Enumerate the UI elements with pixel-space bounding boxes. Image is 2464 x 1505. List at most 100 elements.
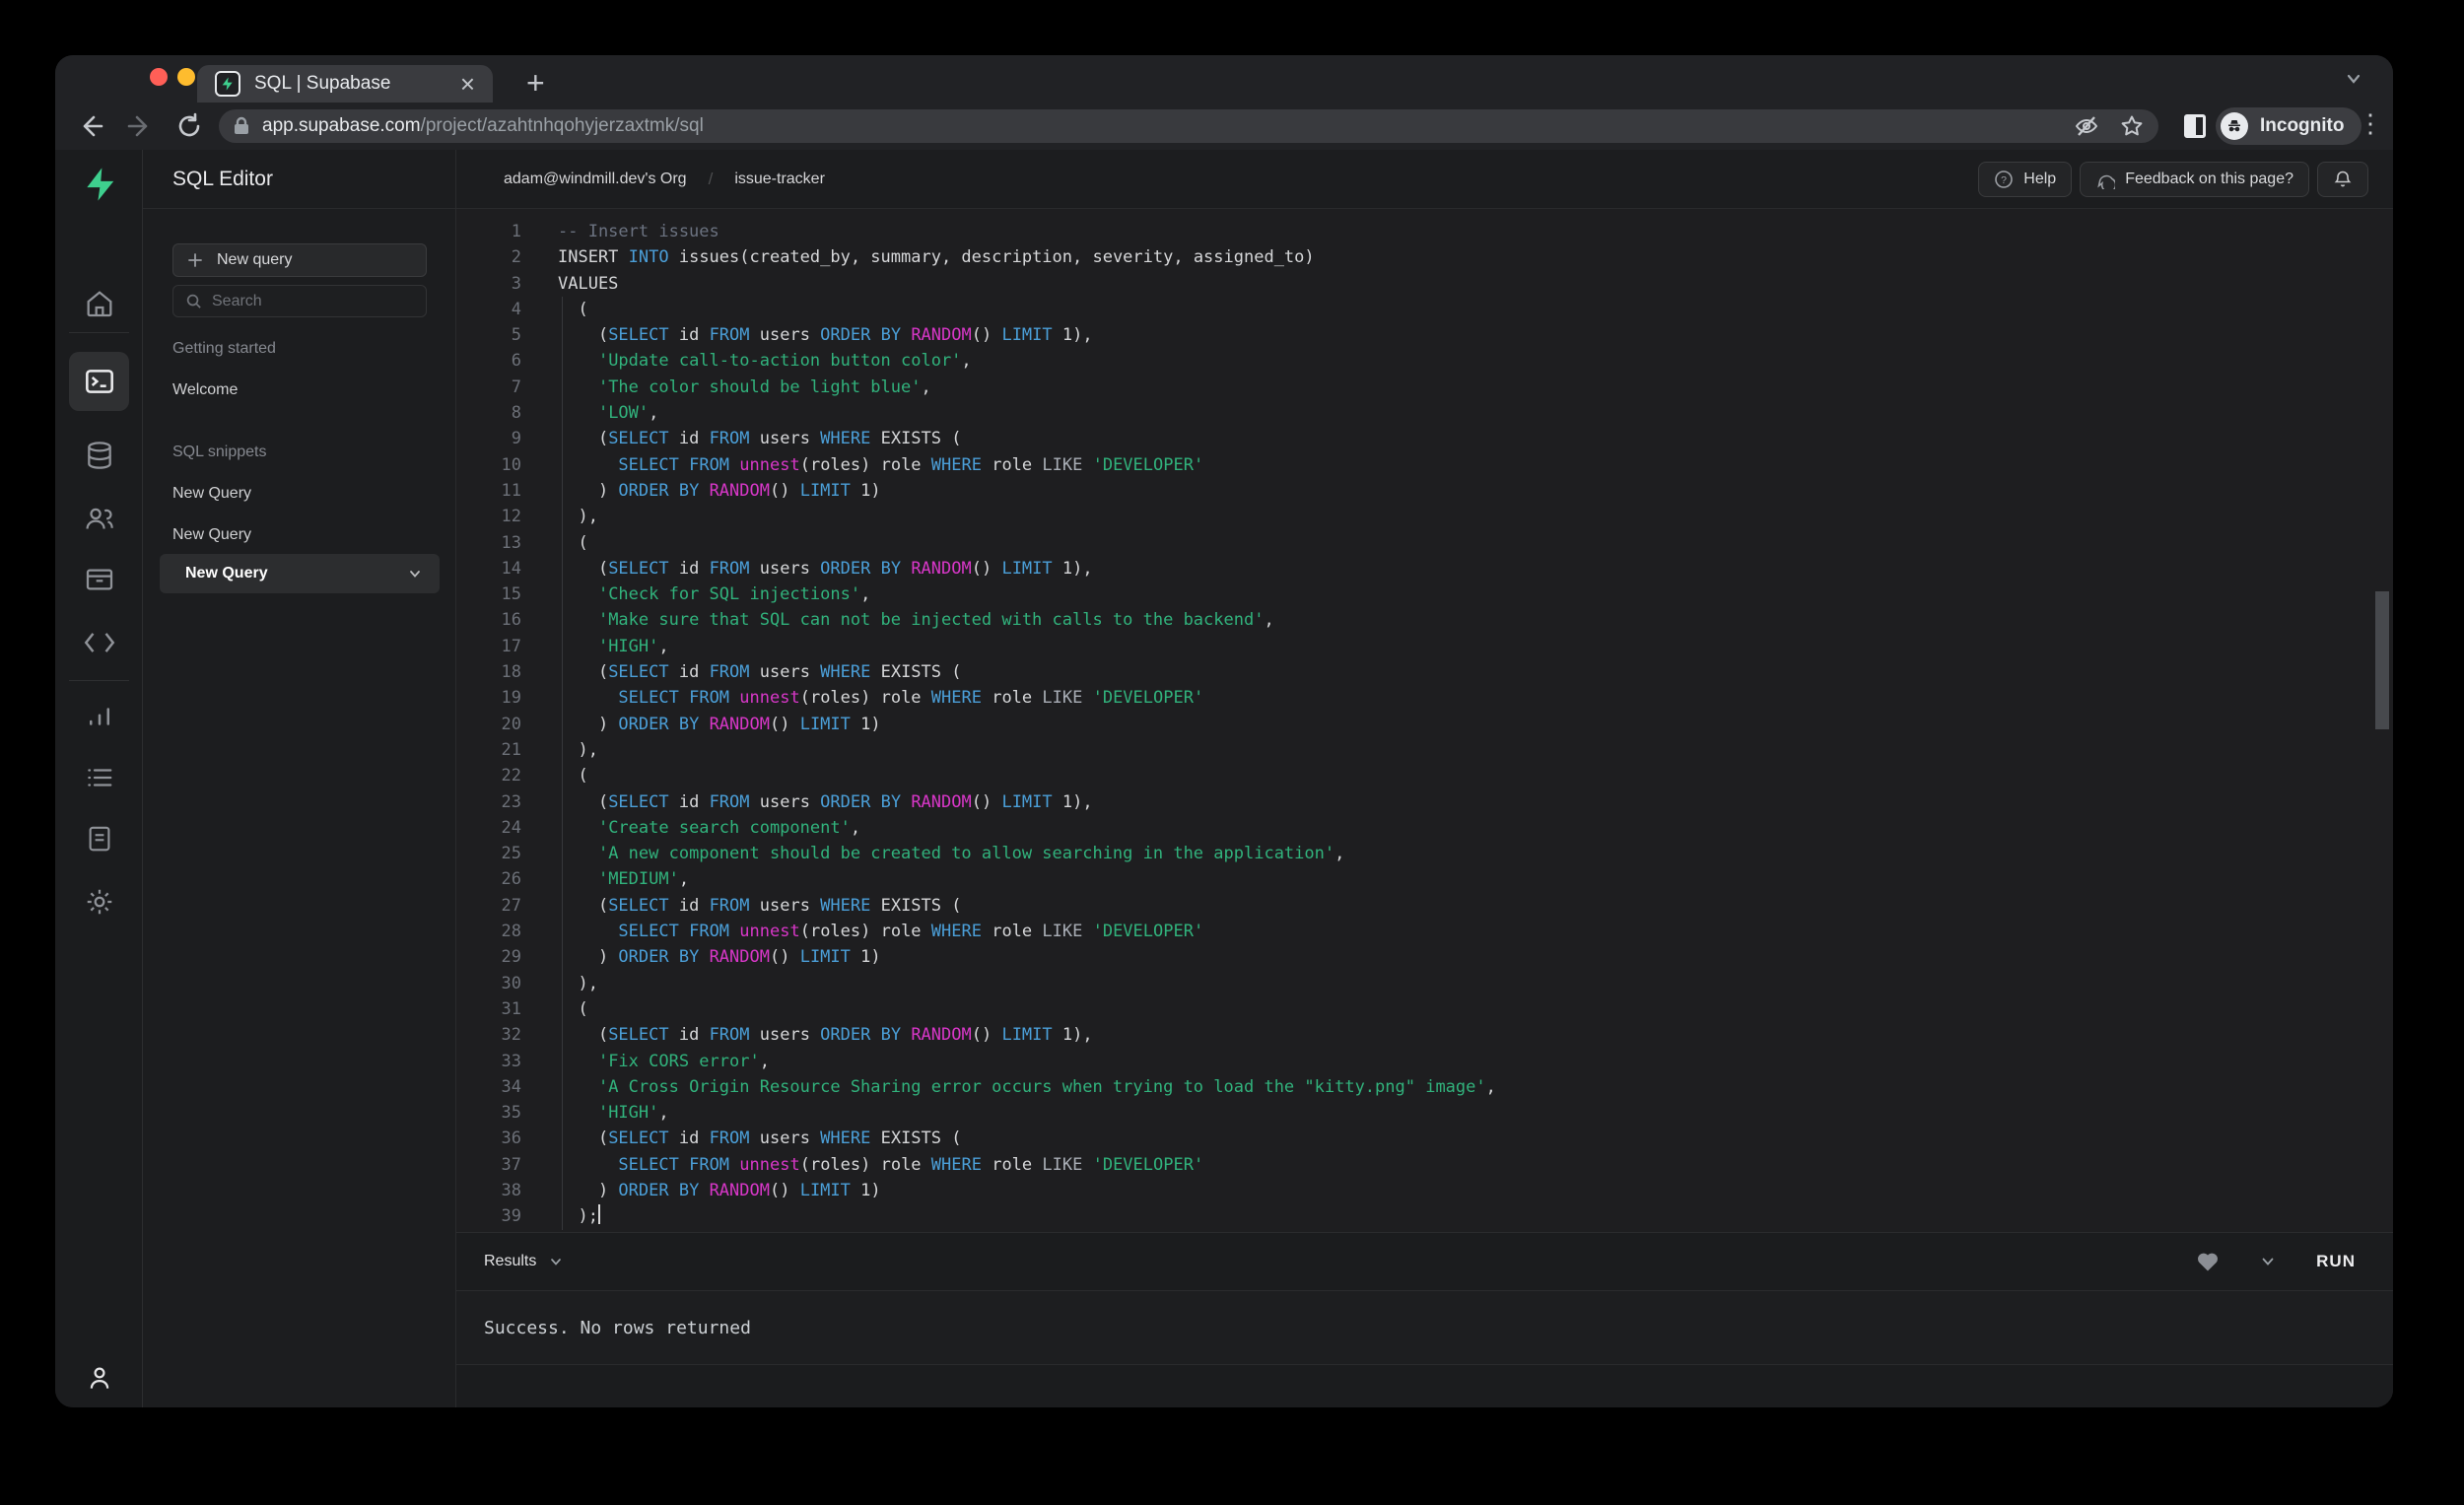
code-line[interactable]: 29 ) ORDER BY RANDOM() LIMIT 1) xyxy=(456,944,2393,970)
rail-edge-functions-icon[interactable] xyxy=(55,621,143,664)
rail-auth-users-icon[interactable] xyxy=(55,497,143,540)
code-line[interactable]: 5 (SELECT id FROM users ORDER BY RANDOM(… xyxy=(456,322,2393,348)
sidebar-item-snippet[interactable]: New Query xyxy=(172,485,251,503)
url-text: app.supabase.com/project/azahtnhqohyjerz… xyxy=(262,115,2054,137)
rail-home-icon[interactable] xyxy=(55,282,143,325)
code-line[interactable]: 23 (SELECT id FROM users ORDER BY RANDOM… xyxy=(456,789,2393,815)
code-line[interactable]: 16 'Make sure that SQL can not be inject… xyxy=(456,607,2393,633)
code-line[interactable]: 14 (SELECT id FROM users ORDER BY RANDOM… xyxy=(456,556,2393,581)
side-panel-icon[interactable] xyxy=(2184,114,2206,138)
sidebar-header: SQL Editor xyxy=(143,150,455,209)
code-line[interactable]: 32 (SELECT id FROM users ORDER BY RANDOM… xyxy=(456,1022,2393,1048)
code-line[interactable]: 3 VALUES xyxy=(456,271,2393,297)
sidebar-item-snippet-selected[interactable]: New Query xyxy=(160,554,440,593)
favorite-heart-icon[interactable] xyxy=(2196,1251,2220,1272)
breadcrumb-separator: / xyxy=(708,169,714,188)
code-line[interactable]: 7 'The color should be light blue', xyxy=(456,375,2393,400)
run-options-chevron-icon[interactable] xyxy=(2259,1253,2277,1270)
code-line[interactable]: 18 (SELECT id FROM users WHERE EXISTS ( xyxy=(456,659,2393,685)
code-line[interactable]: 39 ); xyxy=(456,1203,2393,1229)
code-line[interactable]: 1 -- Insert issues xyxy=(456,219,2393,244)
help-button[interactable]: ? Help xyxy=(1978,161,2073,197)
tab-close-icon[interactable]: × xyxy=(460,71,475,97)
speech-bubble-icon xyxy=(2095,170,2116,189)
bookmark-star-icon[interactable] xyxy=(2119,113,2145,139)
code-line[interactable]: 10 SELECT FROM unnest(roles) role WHERE … xyxy=(456,452,2393,478)
code-line[interactable]: 28 SELECT FROM unnest(roles) role WHERE … xyxy=(456,919,2393,944)
results-panel: Success. No rows returned xyxy=(456,1291,2393,1364)
code-line[interactable]: 8 'LOW', xyxy=(456,400,2393,426)
browser-tab[interactable]: SQL | Supabase × xyxy=(197,65,493,103)
code-line[interactable]: 25 'A new component should be created to… xyxy=(456,841,2393,866)
sidebar-item-welcome[interactable]: Welcome xyxy=(172,381,238,399)
incognito-label: Incognito xyxy=(2260,115,2345,136)
rail-storage-icon[interactable] xyxy=(55,558,143,601)
search-icon xyxy=(185,293,202,309)
rail-logs-icon[interactable] xyxy=(55,756,143,799)
results-dropdown[interactable]: Results xyxy=(484,1253,564,1270)
main-content: adam@windmill.dev's Org / issue-tracker … xyxy=(456,150,2393,1407)
code-line[interactable]: 35 'HIGH', xyxy=(456,1100,2393,1126)
rail-settings-gear-icon[interactable] xyxy=(55,880,143,924)
rail-api-docs-icon[interactable] xyxy=(55,817,143,860)
code-line[interactable]: 12 ), xyxy=(456,504,2393,529)
sql-code-editor[interactable]: 1 -- Insert issues 2 INSERT INTO issues(cre… xyxy=(456,209,2393,1232)
code-line[interactable]: 34 'A Cross Origin Resource Sharing erro… xyxy=(456,1074,2393,1100)
address-bar[interactable]: app.supabase.com/project/azahtnhqohyjerz… xyxy=(219,109,2158,143)
lock-icon xyxy=(233,116,250,136)
code-line[interactable]: 13 ( xyxy=(456,530,2393,556)
code-line[interactable]: 31 ( xyxy=(456,996,2393,1022)
breadcrumb-org[interactable]: adam@windmill.dev's Org xyxy=(504,171,687,188)
code-line[interactable]: 17 'HIGH', xyxy=(456,634,2393,659)
search-input[interactable] xyxy=(212,292,389,310)
rail-account-icon[interactable] xyxy=(55,1356,143,1400)
supabase-logo-icon[interactable] xyxy=(55,163,143,206)
code-line[interactable]: 6 'Update call-to-action button color', xyxy=(456,348,2393,374)
editor-scrollbar-thumb[interactable] xyxy=(2375,591,2389,729)
results-bar: Results RUN xyxy=(456,1232,2393,1291)
rail-divider xyxy=(69,332,129,333)
chevron-down-icon[interactable] xyxy=(406,565,424,582)
code-line[interactable]: 37 SELECT FROM unnest(roles) role WHERE … xyxy=(456,1152,2393,1178)
code-line[interactable]: 30 ), xyxy=(456,971,2393,996)
sidebar-item-snippet[interactable]: New Query xyxy=(172,526,251,544)
macos-close-button[interactable] xyxy=(150,68,168,86)
feedback-button[interactable]: Feedback on this page? xyxy=(2080,161,2309,197)
reload-icon[interactable] xyxy=(175,112,203,140)
rail-database-icon[interactable] xyxy=(55,434,143,477)
project-topbar: adam@windmill.dev's Org / issue-tracker … xyxy=(456,150,2393,209)
new-query-button[interactable]: New query xyxy=(172,243,427,277)
code-line[interactable]: 22 ( xyxy=(456,763,2393,788)
snippet-search[interactable] xyxy=(172,285,427,317)
forward-icon[interactable] xyxy=(126,112,154,140)
code-line[interactable]: 4 ( xyxy=(456,297,2393,322)
code-line[interactable]: 33 'Fix CORS error', xyxy=(456,1049,2393,1074)
browser-toolbar: app.supabase.com/project/azahtnhqohyjerz… xyxy=(55,103,2393,150)
text-cursor xyxy=(597,1204,600,1225)
tab-search-chevron-icon[interactable] xyxy=(2344,69,2363,89)
code-line[interactable]: 2 INSERT INTO issues(created_by, summary,… xyxy=(456,244,2393,270)
code-line[interactable]: 9 (SELECT id FROM users WHERE EXISTS ( xyxy=(456,426,2393,451)
sql-snippets-section-label: SQL snippets xyxy=(172,444,267,460)
new-tab-icon[interactable]: + xyxy=(526,67,545,99)
code-line[interactable]: 20 ) ORDER BY RANDOM() LIMIT 1) xyxy=(456,712,2393,737)
rail-sql-editor-icon-active[interactable] xyxy=(69,352,129,411)
code-line[interactable]: 19 SELECT FROM unnest(roles) role WHERE … xyxy=(456,685,2393,711)
code-line[interactable]: 26 'MEDIUM', xyxy=(456,866,2393,892)
privacy-eye-off-icon[interactable] xyxy=(2074,113,2099,139)
query-status-message: Success. No rows returned xyxy=(484,1317,751,1338)
code-line[interactable]: 36 (SELECT id FROM users WHERE EXISTS ( xyxy=(456,1126,2393,1151)
code-line[interactable]: 11 ) ORDER BY RANDOM() LIMIT 1) xyxy=(456,478,2393,504)
back-icon[interactable] xyxy=(77,112,104,140)
browser-menu-icon[interactable]: ⋮ xyxy=(2358,108,2383,139)
code-line[interactable]: 24 'Create search component', xyxy=(456,815,2393,841)
rail-reports-icon[interactable] xyxy=(55,695,143,738)
code-line[interactable]: 38 ) ORDER BY RANDOM() LIMIT 1) xyxy=(456,1178,2393,1203)
breadcrumb-project[interactable]: issue-tracker xyxy=(734,171,825,188)
code-line[interactable]: 21 ), xyxy=(456,737,2393,763)
macos-minimize-button[interactable] xyxy=(177,68,195,86)
notifications-button[interactable] xyxy=(2317,161,2368,197)
code-line[interactable]: 27 (SELECT id FROM users WHERE EXISTS ( xyxy=(456,893,2393,919)
run-button[interactable]: RUN xyxy=(2316,1252,2356,1271)
code-line[interactable]: 15 'Check for SQL injections', xyxy=(456,581,2393,607)
